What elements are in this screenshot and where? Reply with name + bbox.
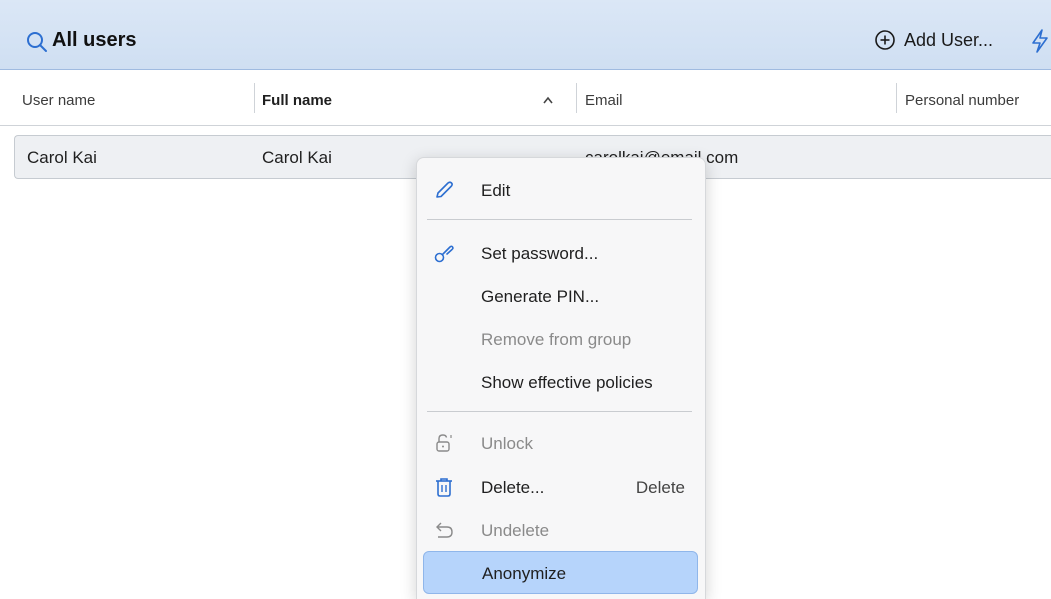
menu-item-label: Show effective policies xyxy=(481,373,653,392)
menu-item-delete[interactable]: Delete... Delete xyxy=(423,467,698,507)
key-icon xyxy=(434,245,454,263)
column-user-name[interactable]: User name xyxy=(22,92,95,109)
column-full-name[interactable]: Full name xyxy=(262,92,332,109)
context-menu: Edit Set password... Generate PIN... Rem… xyxy=(416,157,706,599)
menu-item-unlock: Unlock xyxy=(423,423,698,463)
column-personal-number[interactable]: Personal number xyxy=(905,92,1019,109)
column-email[interactable]: Email xyxy=(585,92,623,109)
plus-circle-icon xyxy=(875,30,895,50)
menu-divider xyxy=(427,411,692,412)
cell-full-name: Carol Kai xyxy=(262,148,332,167)
menu-item-remove-from-group: Remove from group xyxy=(423,319,698,359)
menu-divider xyxy=(427,219,692,220)
column-divider[interactable] xyxy=(576,83,577,113)
menu-item-label: Undelete xyxy=(481,521,550,540)
menu-item-label: Edit xyxy=(481,181,511,200)
menu-item-label: Generate PIN... xyxy=(481,287,600,306)
column-divider[interactable] xyxy=(896,83,897,113)
menu-item-edit[interactable]: Edit xyxy=(423,170,698,210)
menu-item-undelete: Undelete xyxy=(423,510,698,550)
menu-item-label: Anonymize xyxy=(482,564,567,583)
sort-ascending-icon[interactable] xyxy=(542,95,554,105)
unlock-icon xyxy=(436,434,452,452)
bolt-icon[interactable] xyxy=(1030,29,1050,53)
column-header-row: User name Full name Email Personal numbe… xyxy=(0,70,1051,126)
cell-user-name: Carol Kai xyxy=(27,148,97,167)
menu-item-label: Delete... xyxy=(481,478,545,497)
header-bar: All users Add User... xyxy=(0,0,1051,70)
menu-item-generate-pin[interactable]: Generate PIN... xyxy=(423,276,698,316)
menu-item-label: Set password... xyxy=(481,244,599,263)
menu-item-label: Unlock xyxy=(481,434,533,453)
menu-item-show-effective-policies[interactable]: Show effective policies xyxy=(423,362,698,402)
pencil-icon xyxy=(436,181,453,198)
add-user-button[interactable]: Add User... xyxy=(874,27,993,53)
shortcut-label: Delete xyxy=(635,478,685,497)
trash-icon xyxy=(436,478,452,497)
add-user-label: Add User... xyxy=(904,29,994,50)
page-title: All users xyxy=(52,29,137,51)
column-divider[interactable] xyxy=(254,83,255,113)
menu-item-set-password[interactable]: Set password... xyxy=(423,233,698,273)
menu-item-label: Remove from group xyxy=(481,330,632,349)
menu-item-anonymize[interactable]: Anonymize xyxy=(423,551,698,594)
undo-icon xyxy=(436,522,453,538)
search-icon[interactable] xyxy=(26,31,48,53)
